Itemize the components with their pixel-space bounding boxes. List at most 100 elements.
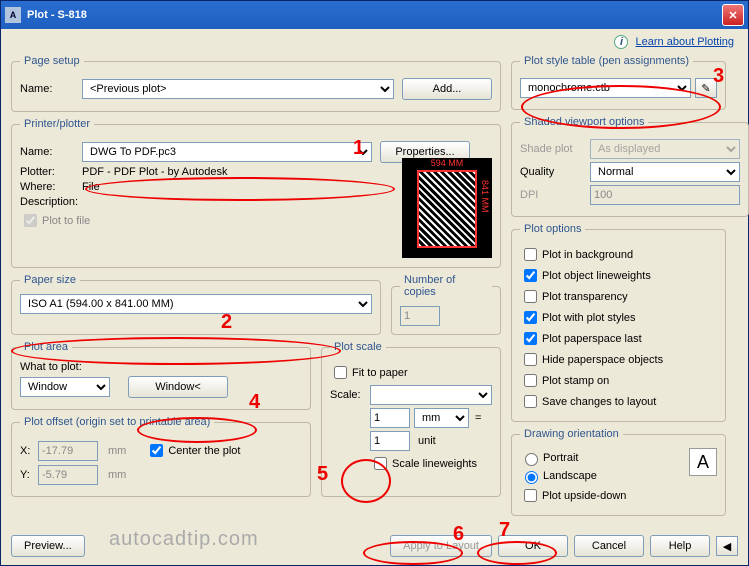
plot-offset-group: Plot offset (origin set to printable are… — [11, 416, 311, 497]
what-to-plot-select[interactable]: Window — [20, 377, 110, 397]
landscape-radio[interactable] — [525, 471, 538, 484]
apply-to-layout-button: Apply to Layout — [390, 535, 492, 557]
plot-styles-checkbox[interactable] — [524, 311, 537, 324]
preview-sheet — [417, 170, 477, 248]
upside-down-label: Plot upside-down — [542, 490, 626, 502]
orientation-icon: A — [689, 448, 717, 476]
page-setup-legend: Page setup — [20, 55, 84, 67]
plot-transparency-label: Plot transparency — [542, 291, 628, 303]
x-label: X: — [20, 445, 38, 457]
titlebar: A Plot - S-818 ✕ — [1, 1, 748, 29]
plot-dialog: A Plot - S-818 ✕ i Learn about Plotting … — [0, 0, 749, 566]
shade-plot-select: As displayed — [590, 139, 740, 159]
copies-input — [400, 306, 440, 326]
plot-lineweights-label: Plot object lineweights — [542, 270, 651, 282]
paper-size-group: Paper size ISO A1 (594.00 x 841.00 MM) — [11, 274, 381, 335]
window-button[interactable]: Window< — [128, 376, 228, 398]
page-setup-name-label: Name: — [20, 83, 82, 95]
paper-size-legend: Paper size — [20, 274, 80, 286]
plot-background-label: Plot in background — [542, 249, 633, 261]
expand-icon[interactable]: ◀ — [716, 536, 738, 556]
plot-style-table-select[interactable]: monochrome.ctb — [520, 78, 691, 98]
orientation-group: Drawing orientation Portrait Landscape P… — [511, 428, 726, 516]
plot-area-legend: Plot area — [20, 341, 72, 353]
save-changes-checkbox[interactable] — [524, 395, 537, 408]
plot-to-file-label: Plot to file — [42, 215, 90, 227]
scale-select[interactable] — [370, 385, 492, 405]
description-label: Description: — [20, 196, 92, 208]
dpi-input — [590, 185, 740, 205]
copies-legend: Number of copies — [400, 274, 492, 298]
y-input — [38, 465, 98, 485]
cancel-button[interactable]: Cancel — [574, 535, 644, 557]
copies-group: Number of copies — [391, 274, 501, 335]
plot-scale-legend: Plot scale — [330, 341, 386, 353]
app-icon: A — [5, 7, 21, 23]
upside-down-checkbox[interactable] — [524, 489, 537, 502]
plot-styles-label: Plot with plot styles — [542, 312, 636, 324]
landscape-label: Landscape — [543, 470, 597, 482]
add-button[interactable]: Add... — [402, 78, 492, 100]
plot-offset-legend: Plot offset (origin set to printable are… — [20, 416, 214, 428]
preview-width-label: 594 MM — [431, 159, 464, 168]
page-setup-name-select[interactable]: <Previous plot> — [82, 79, 394, 99]
scale-drawing-input[interactable] — [370, 431, 410, 451]
shaded-viewport-group: Shaded viewport options Shade plotAs dis… — [511, 116, 749, 217]
where-label: Where: — [20, 181, 82, 193]
plot-stamp-checkbox[interactable] — [524, 374, 537, 387]
shaded-legend: Shaded viewport options — [520, 116, 648, 128]
scale-units-input[interactable] — [370, 408, 410, 428]
plot-stamp-label: Plot stamp on — [542, 375, 609, 387]
plot-area-group: Plot area What to plot: Window Window< — [11, 341, 311, 410]
portrait-radio[interactable] — [525, 453, 538, 466]
watermark: autocadtip.com — [109, 528, 259, 551]
plot-style-table-group: Plot style table (pen assignments) monoc… — [511, 55, 726, 110]
scale-drawing-unit: unit — [418, 435, 436, 447]
dpi-label: DPI — [520, 189, 590, 201]
printer-plotter-group: Printer/plotter Name: DWG To PDF.pc3 Pro… — [11, 118, 501, 268]
help-button[interactable]: Help — [650, 535, 710, 557]
portrait-label: Portrait — [543, 452, 578, 464]
quality-label: Quality — [520, 166, 590, 178]
where-value: File — [82, 181, 100, 193]
scale-units-select[interactable]: mm — [414, 408, 469, 428]
scale-lineweights-checkbox[interactable] — [374, 457, 387, 470]
hide-paperspace-label: Hide paperspace objects — [542, 354, 663, 366]
shade-plot-label: Shade plot — [520, 143, 590, 155]
info-icon: i — [614, 35, 628, 49]
quality-select[interactable]: Normal — [590, 162, 740, 182]
x-input — [38, 441, 98, 461]
close-icon[interactable]: ✕ — [722, 4, 744, 26]
what-to-plot-label: What to plot: — [20, 361, 302, 373]
plot-scale-group: Plot scale Fit to paper Scale: mm = unit — [321, 341, 501, 497]
plot-background-checkbox[interactable] — [524, 248, 537, 261]
plot-options-group: Plot options Plot in background Plot obj… — [511, 223, 726, 422]
paper-size-select[interactable]: ISO A1 (594.00 x 841.00 MM) — [20, 294, 372, 314]
plot-lineweights-checkbox[interactable] — [524, 269, 537, 282]
center-plot-checkbox[interactable] — [150, 444, 163, 457]
plot-to-file-checkbox — [24, 214, 37, 227]
printer-name-select[interactable]: DWG To PDF.pc3 — [82, 142, 372, 162]
plot-paperspace-checkbox[interactable] — [524, 332, 537, 345]
learn-about-plotting-link[interactable]: Learn about Plotting — [636, 36, 734, 48]
preview-height-label: 841 MM — [480, 180, 490, 213]
scale-lineweights-label: Scale lineweights — [392, 458, 477, 470]
center-plot-label: Center the plot — [168, 445, 240, 457]
plot-options-legend: Plot options — [520, 223, 585, 235]
scale-equals: = — [475, 412, 481, 424]
fit-to-paper-checkbox[interactable] — [334, 366, 347, 379]
page-setup-group: Page setup Name: <Previous plot> Add... — [11, 55, 501, 112]
window-title: Plot - S-818 — [27, 9, 722, 21]
plot-transparency-checkbox[interactable] — [524, 290, 537, 303]
orientation-legend: Drawing orientation — [520, 428, 623, 440]
learn-link-row: i Learn about Plotting — [614, 35, 734, 49]
scale-label: Scale: — [330, 389, 370, 401]
preview-button[interactable]: Preview... — [11, 535, 85, 557]
plot-style-table-legend: Plot style table (pen assignments) — [520, 55, 693, 67]
plot-paperspace-label: Plot paperspace last — [542, 333, 642, 345]
y-label: Y: — [20, 469, 38, 481]
plotter-label: Plotter: — [20, 166, 82, 178]
hide-paperspace-checkbox[interactable] — [524, 353, 537, 366]
save-changes-label: Save changes to layout — [542, 396, 656, 408]
printer-name-label: Name: — [20, 146, 82, 158]
